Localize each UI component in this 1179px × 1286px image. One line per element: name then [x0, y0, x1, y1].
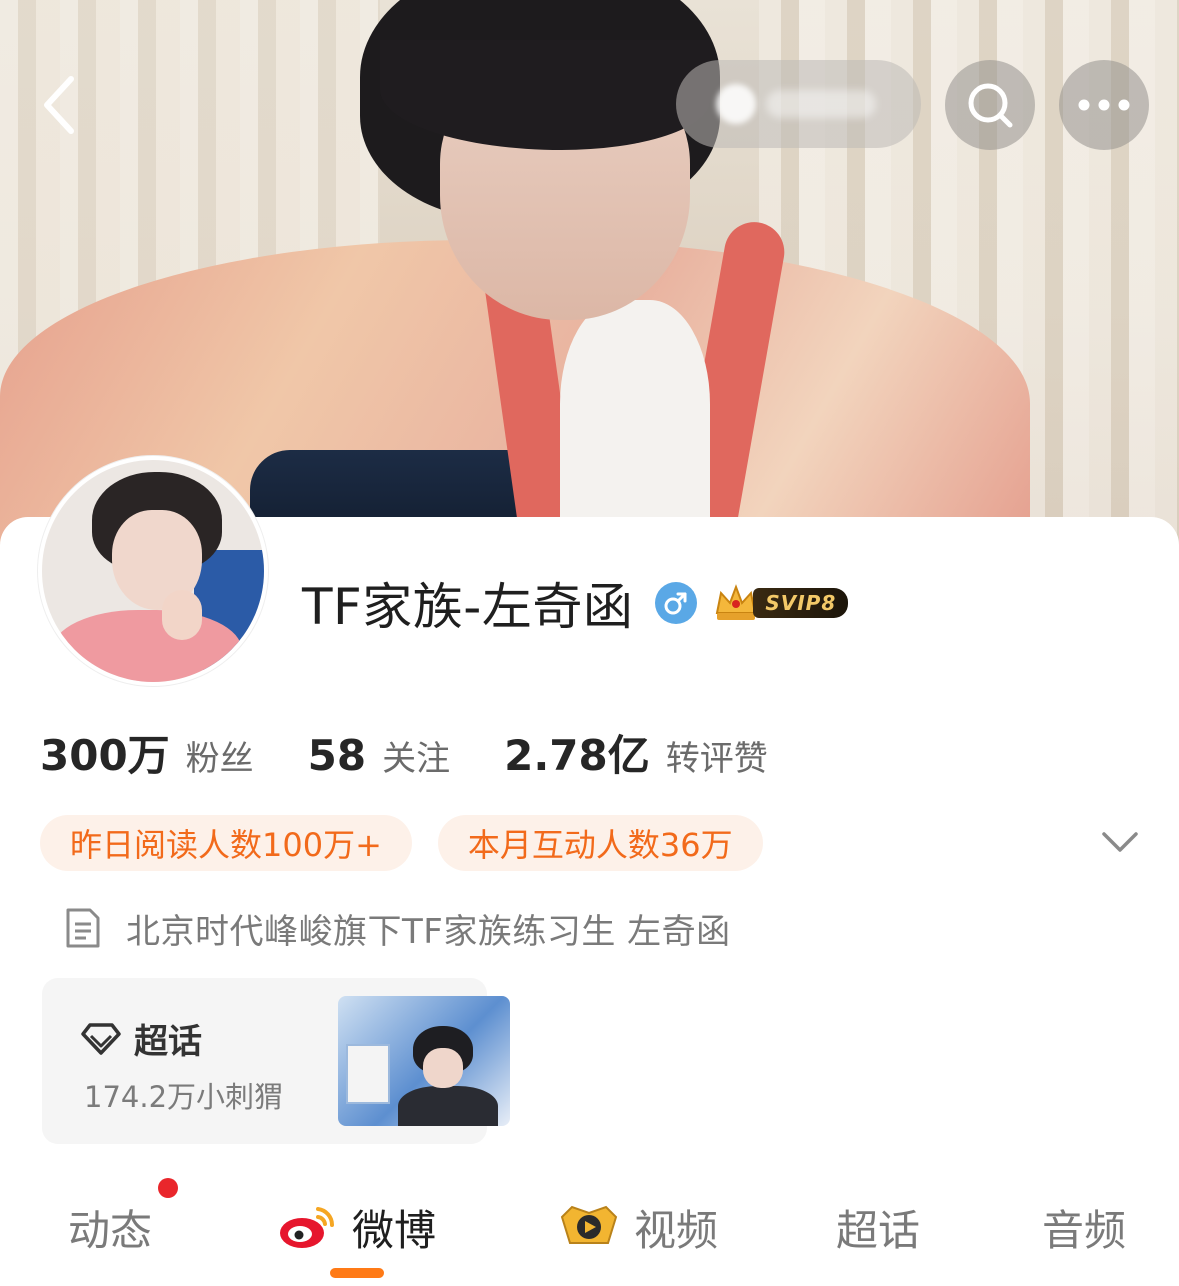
super-topic-members: 174.2万小刺猬	[84, 1080, 284, 1114]
profile-stats: 300万 粉丝 58 关注 2.78亿 转评赞	[40, 722, 822, 782]
tab-video[interactable]: 视频	[558, 1192, 718, 1262]
chip-monthly-interactions[interactable]: 本月互动人数36万	[437, 815, 763, 871]
tab-label: 动态	[68, 1205, 153, 1255]
blurred-icon	[716, 84, 756, 124]
avatar-body	[52, 610, 242, 682]
avatar-hand	[162, 590, 202, 640]
tab-label: 视频	[634, 1205, 719, 1255]
bio-row[interactable]: 北京时代峰峻旗下TF家族练习生 左奇函	[64, 900, 731, 956]
bio-text: 北京时代峰峻旗下TF家族练习生 左奇函	[126, 911, 731, 952]
avatar[interactable]	[38, 456, 268, 686]
back-button[interactable]	[24, 60, 94, 150]
stat-value: 2.78亿	[504, 731, 650, 780]
video-crown-icon	[558, 1203, 620, 1251]
profile-name-row: TF家族-左奇函 SVIP8	[302, 572, 849, 636]
tab-audio[interactable]: 音频	[1042, 1192, 1126, 1262]
stat-interactions[interactable]: 2.78亿 转评赞	[504, 722, 768, 783]
svip-level-label: SVIP8	[753, 588, 849, 618]
super-topic-thumbnail	[338, 996, 510, 1126]
chip-daily-readers[interactable]: 昨日阅读人数100万+	[40, 815, 412, 871]
thumbnail-card	[346, 1044, 390, 1104]
svip-badge[interactable]: SVIP8	[713, 583, 849, 623]
diamond-icon	[81, 1022, 121, 1055]
chevron-down-icon	[1102, 832, 1138, 852]
stat-followers[interactable]: 300万 粉丝	[40, 722, 254, 783]
tab-label: 超话	[836, 1205, 921, 1255]
more-button[interactable]	[1059, 60, 1149, 150]
stat-label: 关注	[382, 739, 451, 779]
weibo-logo-icon	[278, 1203, 338, 1251]
blurred-label	[766, 90, 876, 118]
chevron-left-icon	[44, 76, 74, 134]
tab-dynamic[interactable]: 动态	[68, 1192, 152, 1262]
highlight-chips: 昨日阅读人数100万+ 本月互动人数36万	[40, 815, 789, 871]
male-gender-icon	[655, 582, 698, 624]
stat-following[interactable]: 58 关注	[308, 731, 450, 780]
super-topic-card[interactable]: 超话 174.2万小刺猬	[42, 978, 510, 1144]
stat-value: 300万	[40, 731, 170, 780]
super-topic-title-row: 超话	[80, 1014, 202, 1063]
profile-tab-bar: 动态 微博 视频 超话 音频	[0, 1180, 1179, 1286]
tab-super-topic[interactable]: 超话	[836, 1192, 920, 1262]
blurred-follow-pill[interactable]	[676, 60, 921, 148]
search-button[interactable]	[945, 60, 1035, 150]
stat-label: 粉丝	[185, 739, 254, 779]
tab-weibo[interactable]: 微博	[278, 1192, 436, 1262]
stat-value: 58	[307, 731, 367, 780]
active-tab-indicator	[330, 1268, 384, 1278]
notification-dot	[158, 1178, 178, 1198]
stat-label: 转评赞	[665, 739, 768, 779]
search-icon	[968, 83, 1013, 128]
super-topic-title: 超话	[134, 1022, 202, 1062]
tab-label: 音频	[1042, 1205, 1127, 1255]
thumbnail-body	[398, 1086, 498, 1126]
more-horizontal-icon	[1078, 99, 1130, 111]
thumbnail-face	[423, 1048, 463, 1088]
tab-label: 微博	[352, 1205, 437, 1255]
profile-name: TF家族-左奇函	[302, 578, 634, 636]
expand-button[interactable]	[1098, 822, 1142, 862]
document-icon	[66, 908, 100, 948]
